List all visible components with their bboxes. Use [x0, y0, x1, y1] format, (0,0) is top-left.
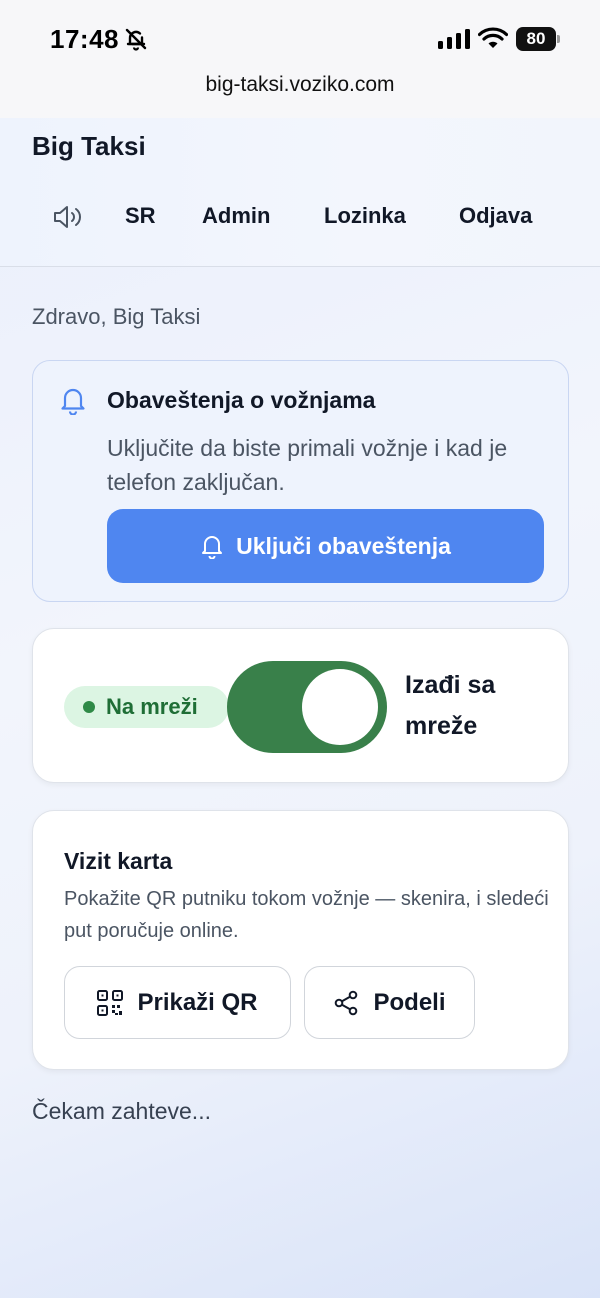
waiting-status: Čekam zahteve...	[32, 1098, 211, 1124]
share-button[interactable]: Podeli	[304, 966, 475, 1039]
enable-notifications-label: Uključi obaveštenja	[236, 532, 451, 559]
share-icon	[335, 990, 358, 1015]
online-status-badge: Na mreži	[64, 686, 229, 728]
status-dot-icon	[83, 701, 95, 713]
top-nav: SR Admin Lozinka Odjava	[0, 198, 600, 238]
app-header: Big Taksi SR Admin Lozinka Odjava	[0, 118, 600, 267]
online-status-label: Na mreži	[106, 694, 198, 719]
business-card-title: Vizit karta	[64, 848, 173, 874]
business-card: Vizit karta Pokažite QR putniku tokom vo…	[32, 810, 569, 1070]
battery-icon: 80	[516, 27, 560, 51]
enable-notifications-button[interactable]: Uključi obaveštenja	[107, 509, 544, 583]
speaker-icon[interactable]	[52, 204, 84, 230]
bell-icon	[61, 388, 85, 415]
signal-icon	[438, 29, 470, 49]
notifications-card: Obaveštenja o vožnjama Uključite da bist…	[32, 360, 569, 602]
show-qr-label: Prikaži QR	[137, 988, 258, 1016]
share-label: Podeli	[373, 988, 446, 1016]
business-card-description: Pokažite QR putniku tokom vožnje — skeni…	[64, 888, 549, 942]
go-offline-label[interactable]: Izađi sa mreže	[405, 665, 555, 747]
wifi-icon	[478, 27, 508, 48]
online-status-card: Na mreži Izađi sa mreže	[32, 628, 569, 783]
show-qr-button[interactable]: Prikaži QR	[64, 966, 291, 1039]
status-time: 17:48	[50, 24, 119, 54]
notifications-description: Uključite da biste primali vožnje i kad …	[107, 435, 508, 495]
language-button[interactable]: SR	[125, 198, 156, 234]
greeting: Zdravo, Big Taksi	[32, 304, 201, 329]
nav-password[interactable]: Lozinka	[324, 198, 406, 234]
bell-off-icon	[125, 28, 147, 51]
nav-logout[interactable]: Odjava	[459, 198, 532, 234]
notifications-title: Obaveštenja o vožnjama	[107, 387, 376, 413]
bell-icon	[202, 536, 223, 559]
address-bar[interactable]: big-taksi.voziko.com	[0, 70, 600, 118]
online-toggle[interactable]	[227, 661, 387, 753]
battery-level: 80	[526, 29, 546, 48]
app-title: Big Taksi	[32, 131, 146, 161]
toggle-knob	[302, 669, 378, 745]
qr-code-icon	[97, 989, 124, 1016]
nav-admin[interactable]: Admin	[202, 198, 270, 234]
status-bar: 17:48 80	[0, 0, 600, 70]
